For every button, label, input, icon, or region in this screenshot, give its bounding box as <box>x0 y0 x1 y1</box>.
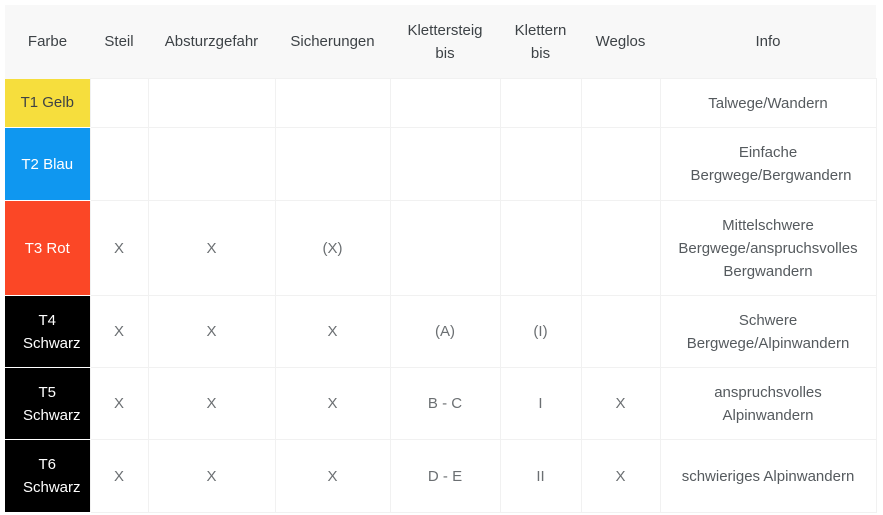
klettersteig-cell: B - C <box>389 367 501 440</box>
info-cell: Einfache Bergwege/Bergwandern <box>659 127 877 201</box>
steil-cell: X <box>89 295 149 368</box>
table-row: T5 Schwarz X X X B - C I X anspruchsvoll… <box>5 367 877 440</box>
klettern-cell: II <box>499 439 582 513</box>
weglos-cell <box>580 295 661 368</box>
absturzgefahr-cell <box>147 127 276 201</box>
weglos-cell: X <box>580 367 661 440</box>
klettern-cell <box>499 127 582 201</box>
header-sicherungen: Sicherungen <box>275 5 390 79</box>
sicherungen-cell: X <box>274 439 391 513</box>
table-row: T2 Blau Einfache Bergwege/Bergwandern <box>5 127 877 201</box>
header-info: Info <box>660 5 876 79</box>
sicherungen-cell <box>274 127 391 201</box>
sicherungen-cell: X <box>274 367 391 440</box>
klettern-cell <box>499 78 582 128</box>
absturzgefahr-cell: X <box>147 295 276 368</box>
info-cell: Talwege/Wandern <box>659 78 877 128</box>
klettersteig-cell: (A) <box>389 295 501 368</box>
absturzgefahr-cell: X <box>147 200 276 296</box>
sicherungen-cell <box>274 78 391 128</box>
table-row: T3 Rot X X (X) Mittelschwere Bergwege/an… <box>5 200 877 296</box>
table-row: T6 Schwarz X X X D - E II X schwieriges … <box>5 439 877 513</box>
klettersteig-cell <box>389 200 501 296</box>
info-cell: schwieriges Alpinwandern <box>659 439 877 513</box>
color-cell: T3 Rot <box>5 200 90 296</box>
weglos-cell <box>580 78 661 128</box>
difficulty-table: Farbe Steil Absturzgefahr Sicherungen Kl… <box>5 5 877 513</box>
weglos-cell: X <box>580 439 661 513</box>
color-cell: T4 Schwarz <box>5 295 90 368</box>
header-absturzgefahr: Absturzgefahr <box>148 5 275 79</box>
header-weglos: Weglos <box>581 5 660 79</box>
header-klettern: Klettern bis <box>500 5 581 79</box>
sicherungen-cell: (X) <box>274 200 391 296</box>
weglos-cell <box>580 200 661 296</box>
klettersteig-cell <box>389 78 501 128</box>
table-row: T4 Schwarz X X X (A) (I) Schwere Bergweg… <box>5 295 877 368</box>
steil-cell <box>89 78 149 128</box>
info-cell: anspruchsvolles Alpinwandern <box>659 367 877 440</box>
klettersteig-cell <box>389 127 501 201</box>
color-cell: T5 Schwarz <box>5 367 90 440</box>
absturzgefahr-cell: X <box>147 367 276 440</box>
table-header: Farbe Steil Absturzgefahr Sicherungen Kl… <box>5 5 876 79</box>
steil-cell: X <box>89 367 149 440</box>
table-row: T1 Gelb Talwege/Wandern <box>5 78 877 128</box>
steil-cell: X <box>89 439 149 513</box>
info-cell: Schwere Bergwege/Alpinwandern <box>659 295 877 368</box>
absturzgefahr-cell <box>147 78 276 128</box>
header-klettersteig: Klettersteig bis <box>390 5 500 79</box>
color-cell: T6 Schwarz <box>5 439 90 513</box>
klettern-cell: (I) <box>499 295 582 368</box>
klettern-cell <box>499 200 582 296</box>
absturzgefahr-cell: X <box>147 439 276 513</box>
info-cell: Mittelschwere Bergwege/anspruchsvolles B… <box>659 200 877 296</box>
weglos-cell <box>580 127 661 201</box>
header-farbe: Farbe <box>5 5 90 79</box>
steil-cell: X <box>89 200 149 296</box>
color-cell: T1 Gelb <box>5 78 90 128</box>
color-cell: T2 Blau <box>5 127 90 201</box>
klettersteig-cell: D - E <box>389 439 501 513</box>
klettern-cell: I <box>499 367 582 440</box>
table-body: T1 Gelb Talwege/Wandern T2 Blau Einfache… <box>5 78 877 513</box>
steil-cell <box>89 127 149 201</box>
sicherungen-cell: X <box>274 295 391 368</box>
header-steil: Steil <box>90 5 148 79</box>
